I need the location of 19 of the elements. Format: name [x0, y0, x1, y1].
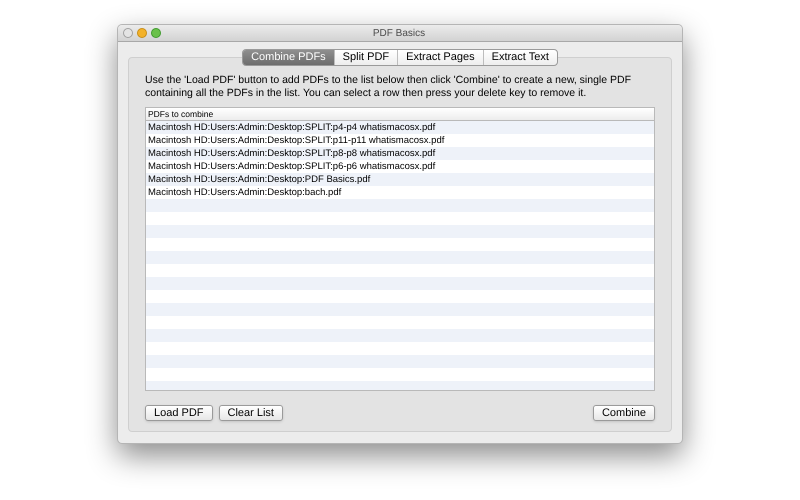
minimize-button[interactable]: [137, 28, 147, 38]
file-path[interactable]: Macintosh HD:Users:Admin:Desktop:SPLIT:p6-p6 whatismacosx.pdf: [146, 160, 654, 173]
tab[interactable]: Extract Text: [482, 50, 557, 65]
tab[interactable]: Extract Pages: [397, 50, 483, 65]
push-button[interactable]: Combine: [592, 405, 655, 421]
column-header[interactable]: PDFs to combine: [146, 108, 654, 121]
tab[interactable]: Combine PDFs: [243, 50, 334, 65]
file-path[interactable]: Macintosh HD:Users:Admin:Desktop:SPLIT:p4-p4 whatismacosx.pdf: [146, 121, 654, 134]
tab[interactable]: Split PDF: [334, 50, 398, 65]
file-path[interactable]: Macintosh HD:Users:Admin:Desktop:PDF Basics.pdf: [146, 173, 654, 186]
file-path[interactable]: Macintosh HD:Users:Admin:Desktop:SPLIT:p8-p8 whatismacosx.pdf: [146, 147, 654, 160]
push-button[interactable]: Clear List: [218, 405, 283, 421]
file-path[interactable]: Macintosh HD:Users:Admin:Desktop:bach.pdf: [146, 186, 654, 199]
close-button[interactable]: [123, 28, 133, 38]
file-path[interactable]: Macintosh HD:Users:Admin:Desktop:SPLIT:p11-p11 whatismacosx.pdf: [146, 134, 654, 147]
push-button[interactable]: Load PDF: [145, 405, 213, 421]
zoom-button[interactable]: [151, 28, 161, 38]
window-title: PDF Basics: [372, 26, 426, 40]
instructions-text: Use the 'Load PDF' button to add PDFs to the list below then click 'Combine' to create a new, single PDF containing all the PDFs in the list. You can select a row then press your delete key to remove it.: [145, 74, 632, 100]
